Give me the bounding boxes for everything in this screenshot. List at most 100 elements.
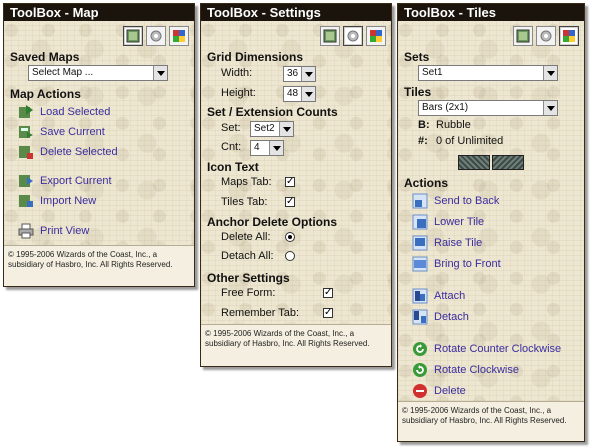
rotate-cw-icon: [412, 362, 428, 378]
set-value: Set2: [254, 123, 275, 134]
attach-label: Attach: [434, 290, 466, 302]
tiles-toolbox-panel: ToolBox - Tiles Sets Set1 Tiles Bars (2x…: [397, 3, 585, 442]
set-extension-heading: Set / Extension Counts: [207, 105, 338, 119]
b-label: B:: [418, 119, 430, 131]
export-current-button[interactable]: Export Current: [18, 172, 112, 190]
maps-tab-checkbox[interactable]: ✓: [285, 177, 295, 187]
free-form-checkbox[interactable]: ✓: [323, 288, 333, 298]
delete-selected-label: Delete Selected: [40, 146, 118, 158]
printer-icon: [18, 223, 34, 239]
detach-label: Detach: [434, 311, 469, 323]
load-selected-button[interactable]: Load Selected: [18, 103, 110, 121]
print-view-label: Print View: [40, 225, 90, 237]
map-tab-icon[interactable]: [513, 26, 533, 46]
tiles-tab-label: Tiles Tab:: [221, 196, 268, 208]
delete-map-icon: [18, 144, 34, 160]
tiles-tab-icon[interactable]: [559, 26, 579, 46]
settings-gear-icon[interactable]: [343, 26, 363, 46]
other-settings-heading: Other Settings: [207, 271, 290, 285]
remember-tab-checkbox[interactable]: ✓: [323, 308, 333, 318]
chevron-down-icon: [543, 66, 557, 80]
saved-maps-select[interactable]: Select Map ...: [28, 65, 168, 81]
width-select[interactable]: 36: [283, 66, 316, 82]
export-current-label: Export Current: [40, 175, 112, 187]
import-new-label: Import New: [40, 195, 97, 207]
rotate-counter-clockwise-button[interactable]: Rotate Counter Clockwise: [412, 340, 561, 358]
settings-toolbox-panel: ToolBox - Settings Grid Dimensions Width…: [200, 3, 392, 367]
chevron-down-icon: [269, 141, 283, 155]
rotate-cw-label: Rotate Clockwise: [434, 364, 519, 376]
export-icon: [18, 173, 34, 189]
tile-preview-right: [492, 155, 524, 170]
rotate-ccw-icon: [412, 341, 428, 357]
print-view-button[interactable]: Print View: [18, 222, 89, 240]
delete-all-radio[interactable]: [285, 232, 295, 242]
chevron-down-icon: [153, 66, 167, 80]
tiles-tab-icon[interactable]: [169, 26, 189, 46]
lower-tile-icon: [412, 214, 428, 230]
detach-button[interactable]: Detach: [412, 308, 469, 326]
copyright-footer: © 1995-2006 Wizards of the Coast, Inc., …: [201, 324, 391, 366]
free-form-label: Free Form:: [221, 287, 276, 299]
cnt-value: 4: [254, 142, 260, 153]
save-current-button[interactable]: Save Current: [18, 123, 105, 141]
save-current-label: Save Current: [40, 126, 105, 138]
copyright-footer: © 1995-2006 Wizards of the Coast, Inc., …: [398, 401, 584, 441]
map-tab-icon[interactable]: [123, 26, 143, 46]
detach-all-radio[interactable]: [285, 251, 295, 261]
tiles-heading: Tiles: [404, 85, 432, 99]
delete-all-label: Delete All:: [221, 231, 271, 243]
width-value: 36: [287, 68, 299, 79]
send-to-back-button[interactable]: Send to Back: [412, 192, 499, 210]
saved-maps-select-value: Select Map ...: [32, 67, 94, 78]
load-icon: [18, 104, 34, 120]
send-to-back-icon: [412, 193, 428, 209]
height-label: Height:: [221, 87, 256, 99]
delete-tile-label: Delete: [434, 385, 466, 397]
cnt-select[interactable]: 4: [250, 140, 284, 156]
lower-tile-label: Lower Tile: [434, 216, 485, 228]
chevron-down-icon: [279, 122, 293, 136]
import-new-button[interactable]: Import New: [18, 192, 96, 210]
saved-maps-heading: Saved Maps: [10, 50, 80, 64]
raise-tile-icon: [412, 235, 428, 251]
load-selected-label: Load Selected: [40, 106, 111, 118]
grid-dimensions-heading: Grid Dimensions: [207, 50, 304, 64]
icon-text-heading: Icon Text: [207, 160, 259, 174]
delete-selected-button[interactable]: Delete Selected: [18, 143, 118, 161]
anchor-delete-heading: Anchor Delete Options: [207, 215, 338, 229]
chevron-down-icon: [543, 101, 557, 115]
height-select[interactable]: 48: [283, 86, 316, 102]
detach-icon: [412, 309, 428, 325]
raise-tile-button[interactable]: Raise Tile: [412, 234, 482, 252]
tile-preview-left: [458, 155, 490, 170]
attach-button[interactable]: Attach: [412, 287, 465, 305]
send-to-back-label: Send to Back: [434, 195, 500, 207]
settings-gear-icon[interactable]: [146, 26, 166, 46]
raise-tile-label: Raise Tile: [434, 237, 483, 249]
detach-all-label: Detach All:: [221, 250, 274, 262]
sets-select[interactable]: Set1: [418, 65, 558, 81]
settings-gear-icon[interactable]: [536, 26, 556, 46]
set-select[interactable]: Set2: [250, 121, 294, 137]
tiles-value: Bars (2x1): [422, 102, 469, 113]
tiles-tab-icon[interactable]: [366, 26, 386, 46]
count-label: #:: [418, 135, 428, 147]
lower-tile-button[interactable]: Lower Tile: [412, 213, 484, 231]
cnt-label: Cnt:: [221, 141, 242, 153]
sets-value: Set1: [422, 67, 443, 78]
rotate-ccw-label: Rotate Counter Clockwise: [434, 343, 562, 355]
count-value: 0 of Unlimited: [436, 135, 504, 147]
settings-panel-title: ToolBox - Settings: [201, 4, 391, 21]
rotate-clockwise-button[interactable]: Rotate Clockwise: [412, 361, 519, 379]
set-label: Set:: [221, 122, 241, 134]
map-toolbox-panel: ToolBox - Map Saved Maps Select Map ... …: [3, 3, 195, 287]
import-icon: [18, 193, 34, 209]
tiles-select[interactable]: Bars (2x1): [418, 100, 558, 116]
delete-tile-button[interactable]: Delete: [412, 382, 466, 400]
save-icon: [18, 124, 34, 140]
map-tab-icon[interactable]: [320, 26, 340, 46]
tiles-tab-checkbox[interactable]: ✓: [285, 197, 295, 207]
chevron-down-icon: [301, 87, 315, 101]
bring-to-front-button[interactable]: Bring to Front: [412, 255, 501, 273]
